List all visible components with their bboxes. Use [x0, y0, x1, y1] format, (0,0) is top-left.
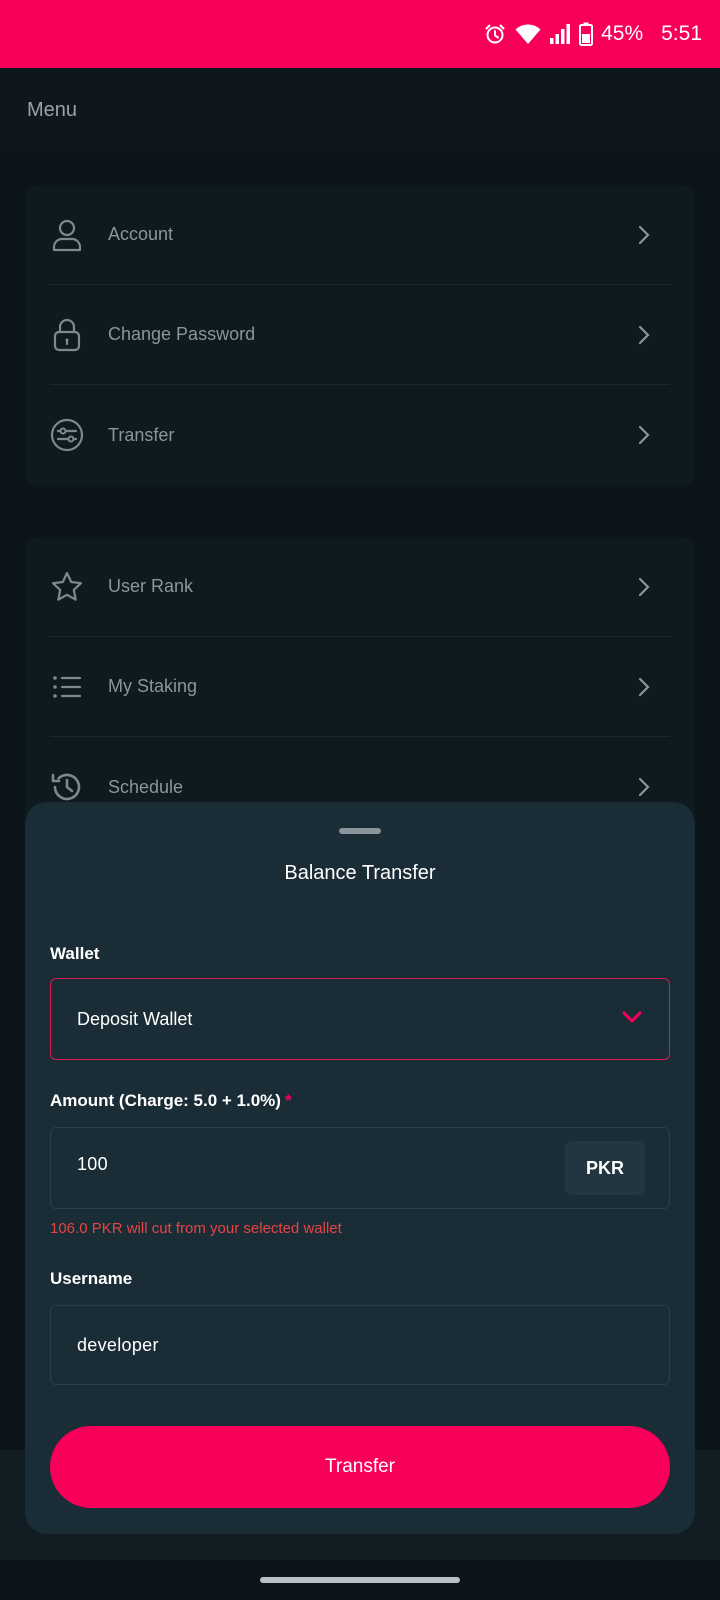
- page-title: Menu: [27, 98, 78, 121]
- sheet-title: Balance Transfer: [284, 862, 436, 884]
- signal-icon: [549, 23, 571, 45]
- chevron-right-icon: [634, 777, 654, 797]
- battery-icon: [579, 22, 594, 46]
- lock-icon: [50, 318, 84, 352]
- system-gesture-bar[interactable]: [260, 1577, 460, 1583]
- sheet-drag-handle[interactable]: [339, 828, 381, 834]
- username-input[interactable]: developer: [50, 1305, 670, 1385]
- chevron-right-icon: [634, 677, 654, 697]
- amount-hint: 106.0 PKR will cut from your selected wa…: [50, 1220, 342, 1237]
- top-app-bar: Menu: [0, 68, 720, 152]
- menu-item-label: Transfer: [108, 424, 175, 445]
- status-bar: 45% 5:51: [0, 0, 720, 68]
- username-input-value: developer: [77, 1334, 159, 1355]
- menu-item-account[interactable]: Account: [50, 185, 670, 285]
- menu-item-label: Change Password: [108, 324, 256, 344]
- battery-percent: 45%: [601, 22, 644, 45]
- wallet-select[interactable]: Deposit Wallet: [50, 978, 670, 1060]
- menu-item-my-staking[interactable]: My Staking: [50, 637, 670, 737]
- menu-item-transfer[interactable]: Transfer: [50, 385, 670, 485]
- menu-item-label: My Staking: [108, 676, 198, 696]
- list-icon: [50, 670, 84, 704]
- menu-item-label: Schedule: [108, 776, 184, 797]
- menu-item-label: Account: [108, 224, 174, 244]
- transfer-icon: [50, 418, 84, 452]
- chevron-right-icon: [634, 425, 654, 445]
- balance-transfer-sheet: Balance Transfer Wallet Deposit Wallet A…: [25, 802, 695, 1534]
- menu-item-label: User Rank: [108, 576, 194, 596]
- clock: 5:51: [661, 22, 702, 45]
- star-icon: [50, 570, 84, 604]
- menu-card-activity: User Rank My Staking Schedule: [25, 537, 695, 837]
- amount-label-text: Amount (Charge: 5.0 + 1.0%): [50, 1091, 281, 1110]
- chevron-right-icon: [634, 325, 654, 345]
- menu-item-change-password[interactable]: Change Password: [50, 285, 670, 385]
- username-label: Username: [50, 1269, 133, 1288]
- amount-label: Amount (Charge: 5.0 + 1.0%) *: [50, 1091, 292, 1111]
- chevron-right-icon: [634, 577, 654, 597]
- wifi-icon: [515, 23, 541, 45]
- chevron-right-icon: [634, 225, 654, 245]
- amount-input[interactable]: 100 PKR: [50, 1127, 670, 1209]
- currency-badge: PKR: [565, 1141, 645, 1195]
- wallet-label: Wallet: [50, 944, 100, 963]
- chevron-down-icon: [621, 1010, 643, 1029]
- menu-item-user-rank[interactable]: User Rank: [50, 537, 670, 637]
- required-marker: *: [284, 1091, 292, 1110]
- amount-input-value: 100: [77, 1153, 108, 1174]
- history-icon: [50, 770, 84, 804]
- menu-card-account: Account Change Password Transfer: [25, 185, 695, 485]
- transfer-button[interactable]: Transfer: [50, 1426, 670, 1508]
- alarm-icon: [483, 22, 507, 46]
- wallet-select-value: Deposit Wallet: [77, 1008, 193, 1029]
- user-icon: [50, 218, 84, 252]
